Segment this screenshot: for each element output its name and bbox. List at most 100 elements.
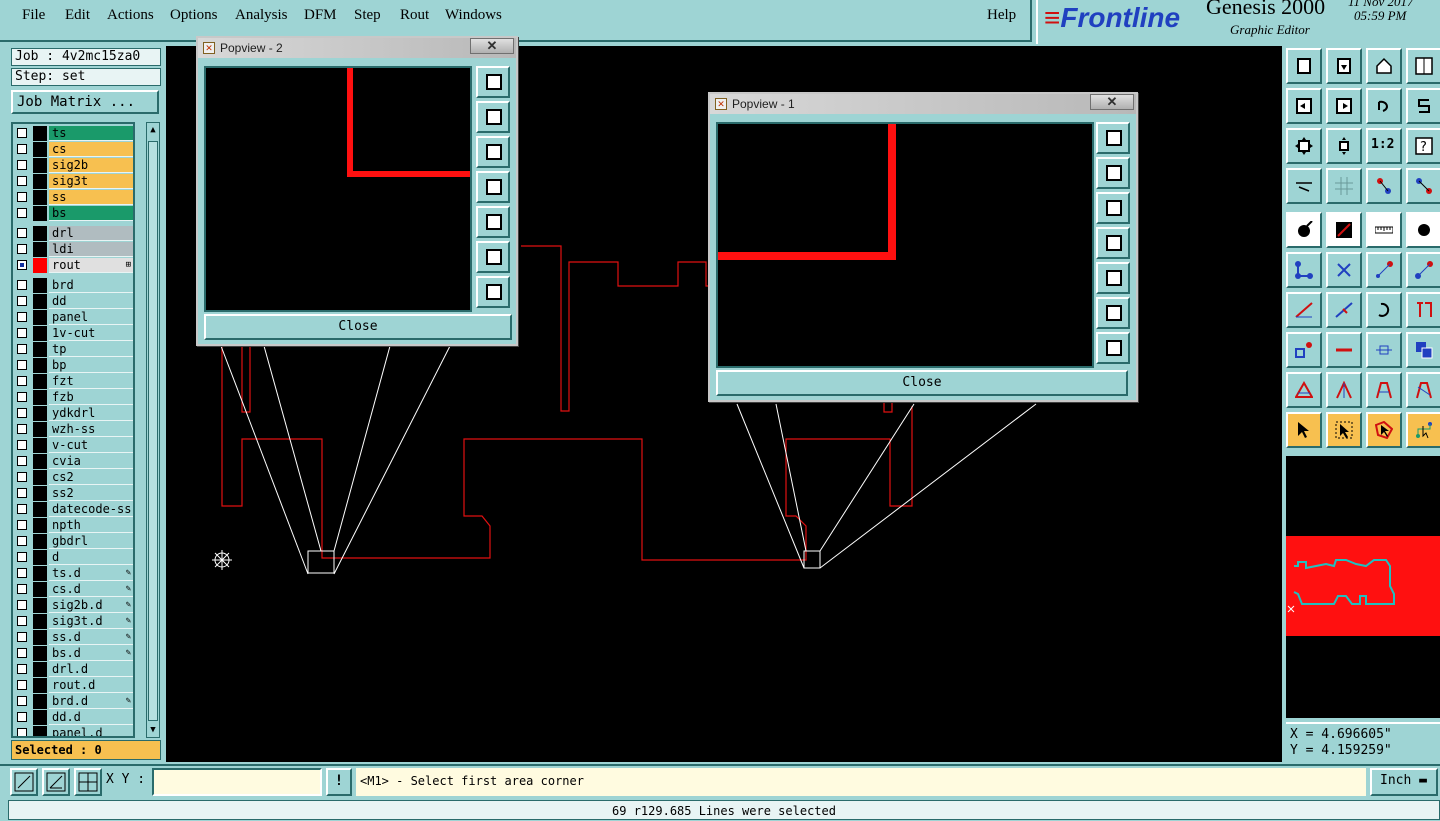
layer-checkbox[interactable] <box>17 552 27 562</box>
layer-name[interactable]: ss2 <box>49 486 133 501</box>
layer-checkbox[interactable] <box>17 280 27 290</box>
layer-checkbox[interactable] <box>17 312 27 322</box>
layer-color-swatch[interactable] <box>33 310 47 325</box>
layer-color-swatch[interactable] <box>33 582 47 597</box>
layer-checkbox[interactable] <box>17 160 27 170</box>
layer-row-panel.d[interactable]: panel.d <box>13 726 133 736</box>
menu-file[interactable]: File <box>22 7 45 24</box>
popview-1-titlebar[interactable]: ✕ Popview - 1 ✕ <box>710 94 1136 114</box>
popview-2-close-button[interactable]: Close <box>204 314 512 340</box>
layer-checkbox[interactable] <box>17 600 27 610</box>
layer-row-sig3t.d[interactable]: sig3t.d ✎ <box>13 614 133 629</box>
layer-color-swatch[interactable] <box>33 326 47 341</box>
layer-name[interactable]: fzb <box>49 390 133 405</box>
minus-icon[interactable] <box>1326 332 1362 368</box>
layer-name[interactable]: cs.d ✎ <box>49 582 133 597</box>
layer-name[interactable]: v-cut <box>49 438 133 453</box>
layer-name[interactable]: ydkdrl <box>49 406 133 421</box>
ruler-icon[interactable] <box>1366 212 1402 248</box>
layer-name[interactable]: sig3t.d ✎ <box>49 614 133 629</box>
layer-checkbox[interactable] <box>17 632 27 642</box>
layer-row-ldi[interactable]: ldi <box>13 242 133 257</box>
pan-down-button[interactable] <box>1096 192 1130 224</box>
layer-name[interactable]: rout.d <box>49 678 133 693</box>
layer-checkbox[interactable] <box>17 344 27 354</box>
layer-row-brd.d[interactable]: brd.d ✎ <box>13 694 133 709</box>
grid-icon[interactable] <box>1326 168 1362 204</box>
text-icon[interactable] <box>1406 292 1440 328</box>
layer-checkbox[interactable] <box>17 376 27 386</box>
layer-name[interactable]: cs2 <box>49 470 133 485</box>
layer-checkbox[interactable] <box>17 696 27 706</box>
measure-icon[interactable] <box>1286 168 1322 204</box>
layer-name[interactable]: sig2b.d ✎ <box>49 598 133 613</box>
layer-row-npth[interactable]: npth <box>13 518 133 533</box>
select-net-icon[interactable] <box>1406 412 1440 448</box>
layer-color-swatch[interactable] <box>33 678 47 693</box>
layer-name[interactable]: bs <box>49 206 133 221</box>
layer-color-swatch[interactable] <box>33 518 47 533</box>
snap-angle-icon[interactable] <box>42 768 70 796</box>
layer-color-swatch[interactable] <box>33 206 47 221</box>
layer-row-drl[interactable]: drl <box>13 226 133 241</box>
layer-row-gbdrl[interactable]: gbdrl <box>13 534 133 549</box>
menu-analysis[interactable]: Analysis <box>235 7 288 24</box>
layer-name[interactable]: 1v-cut <box>49 326 133 341</box>
layer-color-swatch[interactable] <box>33 630 47 645</box>
scroll-thumb[interactable] <box>148 141 158 721</box>
layer-row-ts[interactable]: ts <box>13 126 133 141</box>
layer-checkbox[interactable] <box>17 424 27 434</box>
layer-color-swatch[interactable] <box>33 158 47 173</box>
select-area-icon[interactable] <box>1326 412 1362 448</box>
layer-row-panel[interactable]: panel <box>13 310 133 325</box>
layer-name[interactable]: tp <box>49 342 133 357</box>
layer-name[interactable]: panel <box>49 310 133 325</box>
layer-name[interactable]: ss.d ✎ <box>49 630 133 645</box>
layer-color-swatch[interactable] <box>33 662 47 677</box>
layer-name[interactable]: gbdrl <box>49 534 133 549</box>
pan-right-button[interactable] <box>476 206 510 238</box>
layer-checkbox[interactable] <box>17 616 27 626</box>
layer-row-drl.d[interactable]: drl.d <box>13 662 133 677</box>
menu-edit[interactable]: Edit <box>65 7 90 24</box>
pan-left-button[interactable] <box>1096 227 1130 259</box>
layer-checkbox[interactable] <box>17 360 27 370</box>
popview-1-close-button[interactable]: Close <box>716 370 1128 396</box>
help-icon[interactable]: ? <box>1406 128 1440 164</box>
layer-row-rout.d[interactable]: rout.d <box>13 678 133 693</box>
layer-row-ss2[interactable]: ss2 <box>13 486 133 501</box>
layer-color-swatch[interactable] <box>33 486 47 501</box>
layer-row-dd[interactable]: dd <box>13 294 133 309</box>
layer-color-swatch[interactable] <box>33 242 47 257</box>
xy-input[interactable] <box>152 768 322 796</box>
layer-name[interactable]: npth <box>49 518 133 533</box>
layer-row-ydkdrl[interactable]: ydkdrl <box>13 406 133 421</box>
layer-checkbox[interactable] <box>17 260 27 270</box>
arch-icon[interactable] <box>1366 372 1402 408</box>
move-icon[interactable] <box>1286 332 1322 368</box>
layer-row-sig2b.d[interactable]: sig2b.d ✎ <box>13 598 133 613</box>
popview-2-titlebar[interactable]: ✕ Popview - 2 ✕ <box>198 38 516 58</box>
layer-name[interactable]: bs.d ✎ <box>49 646 133 661</box>
layer-row-dd.d[interactable]: dd.d <box>13 710 133 725</box>
layer-color-swatch[interactable] <box>33 422 47 437</box>
layer-color-swatch[interactable] <box>33 566 47 581</box>
dot-icon[interactable] <box>1406 212 1440 248</box>
layer-row-d[interactable]: d <box>13 550 133 565</box>
cross-icon[interactable] <box>1326 252 1362 288</box>
layer-row-bp[interactable]: bp <box>13 358 133 373</box>
layer-checkbox[interactable] <box>17 648 27 658</box>
zoom-home-icon[interactable] <box>1286 48 1322 84</box>
layer-color-swatch[interactable] <box>33 454 47 469</box>
surface-icon[interactable] <box>1326 212 1362 248</box>
layer-name[interactable]: drl.d <box>49 662 133 677</box>
unit-selector[interactable]: Inch ▬ <box>1370 768 1438 796</box>
line-point2-icon[interactable] <box>1406 252 1440 288</box>
layer-checkbox[interactable] <box>17 128 27 138</box>
layer-name[interactable]: dd.d <box>49 710 133 725</box>
layer-name[interactable]: panel.d <box>49 726 133 736</box>
menu-actions[interactable]: Actions <box>107 7 154 24</box>
layer-row-fzt[interactable]: fzt <box>13 374 133 389</box>
scroll-down-icon[interactable]: ▼ <box>148 724 158 736</box>
layer-checkbox[interactable] <box>17 488 27 498</box>
